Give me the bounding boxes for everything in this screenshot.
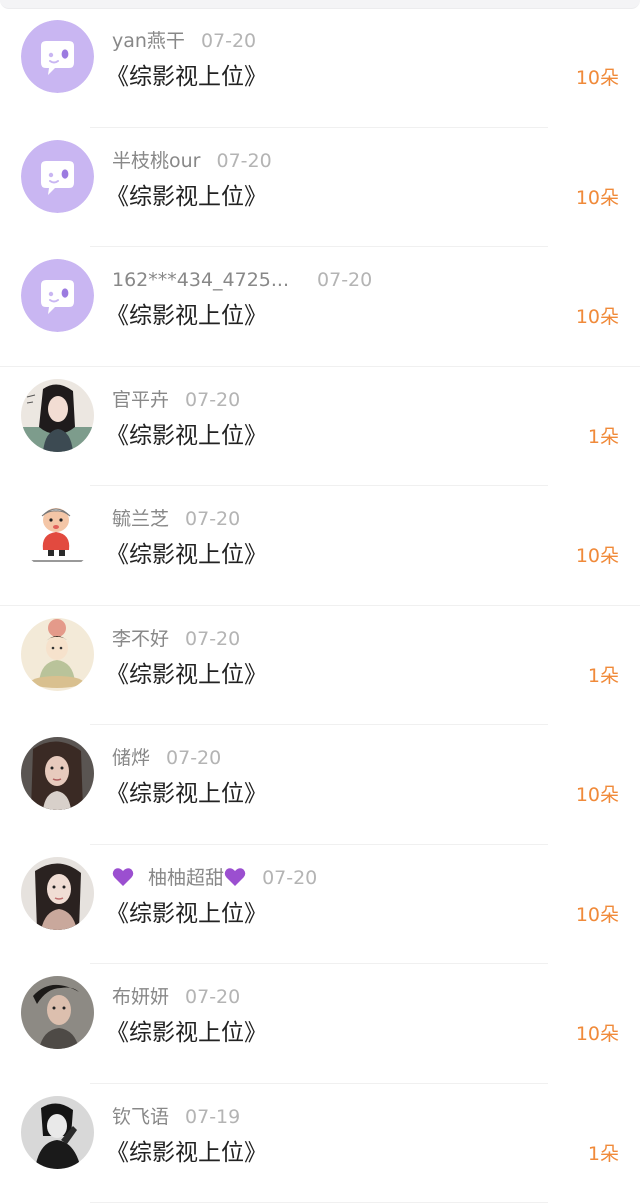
date: 07-20 [201,30,256,52]
name-line: 储烨 07-20 [112,745,221,771]
flower-count: 10朵 [576,304,619,330]
date: 07-20 [185,986,240,1008]
user-photo [21,857,94,930]
user-photo [21,737,94,810]
date: 07-20 [317,269,372,291]
date: 07-20 [185,628,240,650]
user-name: 储烨 [112,747,150,769]
user-photo [21,1096,94,1169]
gift-list: yan燕干 07-20 《综影视上位》 10朵 半枝桃our 07-20 《综影视上… [0,8,640,1203]
list-item[interactable]: 官平卉 07-20 《综影视上位》 1朵 [0,367,640,487]
user-name: yan燕干 [112,30,185,52]
list-item[interactable]: 钦飞语 07-19 《综影视上位》 1朵 [0,1084,640,1203]
list-item[interactable]: yan燕干 07-20 《综影视上位》 10朵 [0,8,640,128]
avatar[interactable] [21,857,94,930]
date: 07-19 [185,1106,240,1128]
date: 07-20 [262,867,317,889]
name-line: 柚柚超甜 07-20 [112,865,317,891]
name-line: 毓兰芝 07-20 [112,506,240,532]
flower-count: 10朵 [576,902,619,928]
avatar[interactable] [21,737,94,810]
chat-bubble-icon [21,140,94,213]
book-title: 《综影视上位》 [106,1018,267,1048]
avatar[interactable] [21,1096,94,1169]
book-title: 《综影视上位》 [106,660,267,690]
avatar[interactable] [21,618,94,691]
user-name: 李不好 [112,628,169,650]
flower-count: 10朵 [576,543,619,569]
user-name: 官平卉 [112,389,169,411]
avatar[interactable] [21,20,94,93]
flower-count: 1朵 [588,1141,619,1167]
list-item[interactable]: 柚柚超甜 07-20 《综影视上位》 10朵 [0,845,640,965]
user-photo [21,379,94,452]
user-name: 钦飞语 [112,1106,169,1128]
date: 07-20 [216,150,271,172]
user-name: 布妍妍 [112,986,169,1008]
chat-bubble-icon [21,20,94,93]
flower-count: 1朵 [588,663,619,689]
name-line: yan燕干 07-20 [112,28,256,54]
purple-heart-icon [224,867,246,887]
flower-count: 1朵 [588,424,619,450]
list-item[interactable]: 李不好 07-20 《综影视上位》 1朵 [0,606,640,726]
book-title: 《综影视上位》 [106,301,267,331]
name-line: 李不好 07-20 [112,626,240,652]
avatar[interactable] [21,976,94,1049]
user-name: 毓兰芝 [112,508,169,530]
avatar[interactable] [21,140,94,213]
cartoon-character [21,618,94,691]
flower-count: 10朵 [576,1021,619,1047]
chat-bubble-icon [21,259,94,332]
flower-count: 10朵 [576,782,619,808]
book-title: 《综影视上位》 [106,182,267,212]
avatar[interactable] [21,259,94,332]
cartoon-character [21,498,94,571]
name-line: 162***434_4725... 07-20 [112,267,372,293]
flower-count: 10朵 [576,65,619,91]
list-item[interactable]: 储烨 07-20 《综影视上位》 10朵 [0,725,640,845]
date: 07-20 [166,747,221,769]
avatar[interactable] [21,379,94,452]
date: 07-20 [185,389,240,411]
name-line: 钦飞语 07-19 [112,1104,240,1130]
user-photo [21,976,94,1049]
date: 07-20 [185,508,240,530]
name-line: 半枝桃our 07-20 [112,148,272,174]
book-title: 《综影视上位》 [106,540,267,570]
purple-heart-icon [112,867,134,887]
book-title: 《综影视上位》 [106,779,267,809]
list-item[interactable]: 毓兰芝 07-20 《综影视上位》 10朵 [0,486,640,606]
name-line: 官平卉 07-20 [112,387,240,413]
list-item[interactable]: 162***434_4725... 07-20 《综影视上位》 10朵 [0,247,640,367]
book-title: 《综影视上位》 [106,421,267,451]
avatar[interactable] [21,498,94,571]
user-name: 柚柚超甜 [148,867,224,889]
name-line: 布妍妍 07-20 [112,984,240,1010]
book-title: 《综影视上位》 [106,62,267,92]
flower-count: 10朵 [576,185,619,211]
user-name: 半枝桃our [112,150,200,172]
list-item[interactable]: 半枝桃our 07-20 《综影视上位》 10朵 [0,128,640,248]
book-title: 《综影视上位》 [106,899,267,929]
list-item[interactable]: 布妍妍 07-20 《综影视上位》 10朵 [0,964,640,1084]
book-title: 《综影视上位》 [106,1138,267,1168]
user-name: 162***434_4725... [112,269,289,291]
